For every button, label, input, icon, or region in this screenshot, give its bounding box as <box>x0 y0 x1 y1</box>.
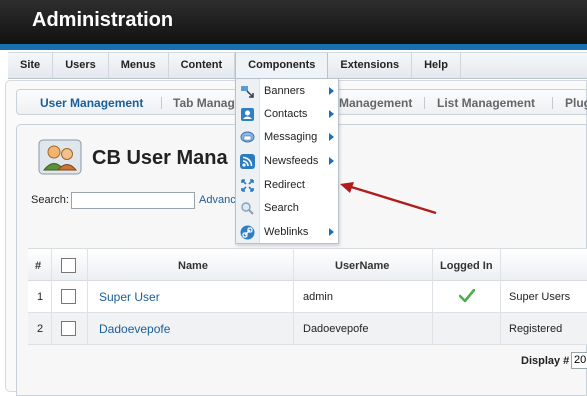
dropdown-label: Newsfeeds <box>264 155 319 167</box>
select-all-checkbox[interactable] <box>61 258 76 273</box>
search-input[interactable] <box>71 192 195 209</box>
col-header-name[interactable]: Name <box>178 260 208 272</box>
tab-tab-management[interactable]: Tab Manag <box>173 96 235 110</box>
col-header-number: # <box>35 260 42 272</box>
advanced-search-link[interactable]: Advanc <box>199 194 235 206</box>
row-number: 2 <box>37 323 44 335</box>
user-username: Dadoevepofe <box>303 323 369 335</box>
display-count-label: Display # <box>521 355 570 367</box>
row-checkbox[interactable] <box>61 321 76 336</box>
header-accent-bar <box>0 44 587 50</box>
header-title: Administration <box>32 9 174 31</box>
menu-users[interactable]: Users <box>53 53 109 78</box>
dropdown-item-banners[interactable]: Banners <box>236 80 338 103</box>
search-label: Search: <box>31 194 69 206</box>
submenu-arrow-icon <box>329 228 334 236</box>
column-divider <box>293 248 294 344</box>
dropdown-item-search[interactable]: Search <box>236 197 338 220</box>
menu-content[interactable]: Content <box>169 53 236 78</box>
dropdown-item-contacts[interactable]: Contacts <box>236 103 338 126</box>
dropdown-label: Redirect <box>264 179 305 191</box>
user-name-link[interactable]: Super User <box>99 290 160 304</box>
dropdown-item-redirect[interactable]: Redirect <box>236 174 338 197</box>
dropdown-label: Weblinks <box>264 226 309 238</box>
submenu-arrow-icon <box>329 87 334 95</box>
column-divider <box>51 248 52 344</box>
admin-header: Administration <box>0 0 587 44</box>
column-divider <box>432 248 433 344</box>
column-divider <box>87 248 88 344</box>
table-header-row: # Name UserName Logged In <box>28 248 587 281</box>
col-header-logged-in[interactable]: Logged In <box>440 260 493 272</box>
user-name-link[interactable]: Dadoevepofe <box>99 322 170 336</box>
tab-separator <box>161 97 162 109</box>
tab-separator <box>552 97 553 109</box>
weblinks-icon <box>240 225 255 240</box>
user-username: admin <box>303 291 333 303</box>
tab-field-management[interactable]: Management <box>339 96 412 110</box>
messaging-icon <box>240 130 255 145</box>
row-number: 1 <box>37 291 44 303</box>
logged-in-check-icon <box>458 288 476 308</box>
annotation-arrow-icon <box>336 178 440 223</box>
column-divider <box>500 248 501 344</box>
menu-menus[interactable]: Menus <box>109 53 169 78</box>
cb-users-logo-icon <box>38 139 82 175</box>
redirect-icon <box>240 178 255 193</box>
dropdown-label: Messaging <box>264 131 318 143</box>
tab-plugin-management[interactable]: Plug <box>565 96 587 110</box>
table-row: 2 Dadoevepofe Dadoevepofe Registered <box>28 313 587 345</box>
banners-icon <box>240 84 255 99</box>
user-group: Super Users <box>509 291 571 303</box>
dropdown-item-weblinks[interactable]: Weblinks <box>236 221 338 244</box>
submenu-arrow-icon <box>329 157 334 165</box>
menu-site[interactable]: Site <box>8 53 54 78</box>
display-count-select[interactable]: 20 <box>571 352 587 369</box>
dropdown-label: Contacts <box>264 108 308 120</box>
user-group: Registered <box>509 323 563 335</box>
newsfeeds-icon <box>240 154 255 169</box>
dropdown-item-newsfeeds[interactable]: Newsfeeds <box>236 150 338 173</box>
col-header-username[interactable]: UserName <box>335 260 389 272</box>
contacts-icon <box>240 107 255 122</box>
menu-help[interactable]: Help <box>412 53 461 78</box>
menu-extensions[interactable]: Extensions <box>328 53 413 78</box>
page-title: CB User Mana <box>92 147 228 169</box>
table-row: 1 Super User admin Super Users <box>28 281 587 313</box>
dropdown-item-messaging[interactable]: Messaging <box>236 126 338 149</box>
users-table: # Name UserName Logged In 1 Super User a… <box>28 248 587 345</box>
main-menubar: Site Users Menus Content Components Exte… <box>8 52 587 79</box>
dropdown-label: Banners <box>264 85 305 97</box>
row-checkbox[interactable] <box>61 289 76 304</box>
dropdown-label: Search <box>264 202 299 214</box>
menu-components[interactable]: Components <box>235 53 329 78</box>
tab-list-management[interactable]: List Management <box>437 96 535 110</box>
components-dropdown: Banners Contacts Messaging Newsfeeds Red… <box>235 78 339 244</box>
submenu-arrow-icon <box>329 133 334 141</box>
search-icon <box>240 201 255 216</box>
tab-user-management[interactable]: User Management <box>40 96 143 110</box>
submenu-arrow-icon <box>329 110 334 118</box>
tab-separator <box>424 97 425 109</box>
